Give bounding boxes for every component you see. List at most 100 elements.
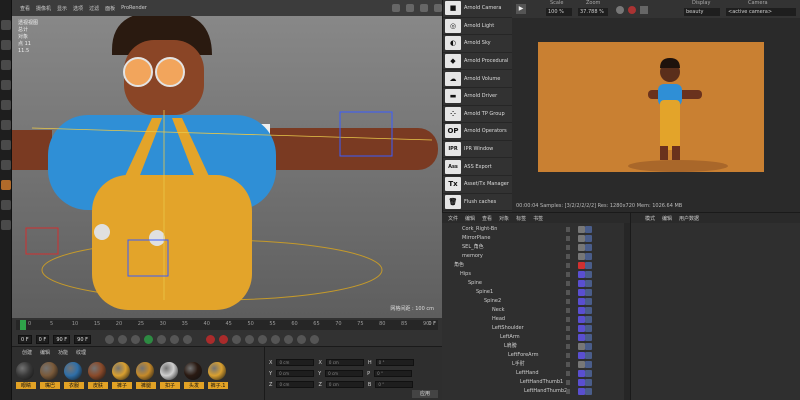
material-swatch[interactable]: 裤腿 — [136, 362, 156, 389]
visibility-dots-icon[interactable] — [566, 344, 570, 349]
object-row[interactable]: Neck — [442, 306, 630, 315]
autokey-icon[interactable] — [218, 334, 228, 344]
object-row[interactable]: Hips — [442, 270, 630, 279]
playhead[interactable] — [20, 320, 26, 330]
arnold-menu-item[interactable]: Ass ASS Export — [443, 158, 513, 176]
visibility-dots-icon[interactable] — [566, 236, 570, 241]
joint-tag-icon[interactable] — [585, 298, 592, 305]
current-frame-field[interactable]: 0 F — [18, 334, 32, 344]
previous-key-icon[interactable] — [117, 334, 127, 344]
material-swatch[interactable]: 衣服 — [64, 362, 84, 389]
next-key-icon[interactable] — [169, 334, 179, 344]
render-play-icon[interactable]: ▶ — [516, 4, 526, 14]
start-frame-field[interactable]: 0 F — [35, 334, 50, 344]
point-level-icon[interactable] — [296, 334, 306, 344]
object-row[interactable]: LeftHandThumb1 — [442, 378, 630, 387]
material-menu-texture[interactable]: 纹理 — [76, 349, 86, 356]
om-menu-bookmarks[interactable]: 书签 — [533, 215, 543, 222]
material-swatch[interactable]: 眼睛 — [16, 362, 36, 389]
joint-tag-icon[interactable] — [585, 388, 592, 395]
end-frame-field[interactable]: 90 F — [53, 334, 71, 344]
object-row[interactable]: LeftForeArm — [442, 351, 630, 360]
coordinate-field[interactable]: 0 cm — [325, 359, 364, 366]
material-swatch[interactable]: 头发 — [184, 362, 204, 389]
coordinate-field[interactable]: 0 ° — [375, 381, 414, 388]
arnold-menu-item[interactable]: ☁ Arnold Volume — [443, 70, 513, 88]
visibility-dots-icon[interactable] — [566, 317, 570, 322]
arnold-menu-item[interactable]: 🗑 Flush caches — [443, 194, 513, 212]
joint-tag-icon[interactable] — [585, 370, 592, 377]
material-menu-function[interactable]: 功能 — [58, 349, 68, 356]
joint-tag-icon[interactable] — [585, 226, 592, 233]
position-key-icon[interactable] — [244, 334, 254, 344]
joint-tag-icon[interactable] — [585, 343, 592, 350]
object-row[interactable]: 角色 — [442, 261, 630, 270]
render-region-icon[interactable] — [640, 6, 648, 14]
joint-tag-icon[interactable] — [585, 325, 592, 332]
object-row[interactable]: LeftHand — [442, 369, 630, 378]
joint-tag-icon[interactable] — [585, 352, 592, 359]
camera-dropdown[interactable]: <active camera> — [726, 8, 796, 16]
scale-key-icon[interactable] — [257, 334, 267, 344]
coordinate-field[interactable]: 0 cm — [276, 359, 315, 366]
next-frame-icon[interactable] — [156, 334, 166, 344]
material-menu-create[interactable]: 创建 — [22, 349, 32, 356]
preview-end-field[interactable]: 90 F — [74, 334, 91, 344]
viewport-menu-filter[interactable]: 过滤 — [89, 5, 99, 12]
go-to-start-icon[interactable] — [104, 334, 114, 344]
material-menu-edit[interactable]: 编辑 — [40, 349, 50, 356]
material-swatch[interactable]: 嘴巴 — [40, 362, 60, 389]
attr-menu-userdata[interactable]: 用户数据 — [679, 215, 699, 222]
visibility-dots-icon[interactable] — [566, 389, 570, 394]
visibility-dots-icon[interactable] — [566, 335, 570, 340]
viewport-menu-camera[interactable]: 摄像机 — [36, 5, 51, 12]
visibility-dots-icon[interactable] — [566, 245, 570, 250]
visibility-dots-icon[interactable] — [566, 281, 570, 286]
undo-icon[interactable] — [1, 20, 11, 30]
render-canvas[interactable] — [538, 42, 764, 172]
joint-tag-icon[interactable] — [585, 253, 592, 260]
visibility-dots-icon[interactable] — [566, 362, 570, 367]
param-key-icon[interactable] — [283, 334, 293, 344]
scale-field[interactable]: 100 % — [546, 8, 572, 16]
coordinate-field[interactable]: 0 cm — [325, 370, 364, 377]
timeline-menu-icon[interactable] — [309, 334, 319, 344]
arnold-menu-item[interactable]: ⁘ Arnold TP Group — [443, 106, 513, 124]
arnold-menu-item[interactable]: ◆ Arnold Procedural — [443, 53, 513, 71]
joint-tag-icon[interactable] — [585, 307, 592, 314]
attr-menu-mode[interactable]: 模式 — [645, 215, 655, 222]
keyframe-selection-icon[interactable] — [231, 334, 241, 344]
polygons-mode-icon[interactable] — [1, 140, 11, 150]
coordinate-field[interactable]: 0 cm — [276, 370, 315, 377]
go-to-end-icon[interactable] — [182, 334, 192, 344]
visibility-dots-icon[interactable] — [566, 272, 570, 277]
object-row[interactable]: L手肘 — [442, 360, 630, 369]
object-row[interactable]: MirrorPlane — [442, 234, 630, 243]
object-row[interactable]: Spine1 — [442, 288, 630, 297]
joint-tag-icon[interactable] — [585, 280, 592, 287]
timeline-ruler[interactable]: 0 5 10 15 20 25 30 35 40 45 50 55 60 65 70 75 80 85 90 — [16, 320, 438, 330]
apply-button[interactable]: 应用 — [412, 390, 438, 398]
object-row[interactable]: Spine2 — [442, 297, 630, 306]
joint-tag-icon[interactable] — [585, 271, 592, 278]
joint-tag-icon[interactable] — [585, 361, 592, 368]
zoom-field[interactable]: 37.788 % — [578, 8, 608, 16]
object-row[interactable]: Cork_Right-Bn — [442, 225, 630, 234]
coordinate-field[interactable]: 0 cm — [325, 381, 364, 388]
material-swatch[interactable]: 扣子 — [160, 362, 180, 389]
object-row[interactable]: LeftArm — [442, 333, 630, 342]
viewport-zoom-icon[interactable] — [406, 4, 414, 12]
visibility-dots-icon[interactable] — [566, 299, 570, 304]
arnold-menu-item[interactable]: Tx Asset/Tx Manager — [443, 176, 513, 194]
arnold-menu-item[interactable]: ▬ Arnold Driver — [443, 88, 513, 106]
arnold-menu-item[interactable]: OP Arnold Operators — [443, 123, 513, 141]
model-mode-icon[interactable] — [1, 160, 11, 170]
om-menu-tags[interactable]: 标签 — [516, 215, 526, 222]
material-swatch[interactable]: 裤子.1 — [208, 362, 228, 389]
viewport-menu-panel[interactable]: 面板 — [105, 5, 115, 12]
arnold-menu-item[interactable]: IPR IPR Window — [443, 141, 513, 159]
viewport-move-icon[interactable] — [392, 4, 400, 12]
visibility-dots-icon[interactable] — [566, 353, 570, 358]
om-menu-object[interactable]: 对象 — [499, 215, 509, 222]
attr-menu-edit[interactable]: 编辑 — [662, 215, 672, 222]
